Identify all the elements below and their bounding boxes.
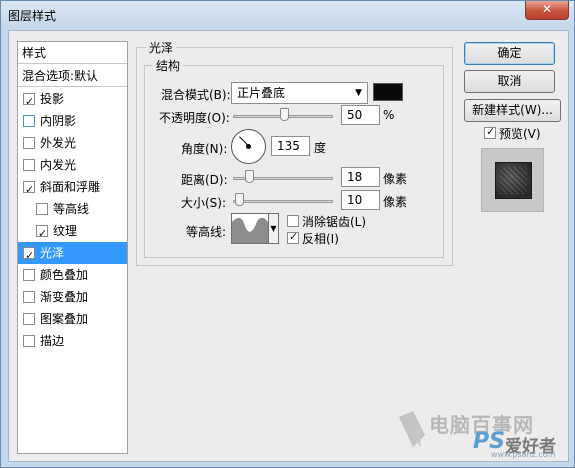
bevel-emboss-checkbox[interactable] [23, 179, 35, 201]
style-item-inner-glow[interactable]: 内发光 [18, 154, 127, 176]
preview-label: 预览(V) [499, 127, 541, 141]
satin-checkbox[interactable] [23, 245, 35, 267]
style-item-color-overlay[interactable]: 颜色叠加 [18, 264, 127, 286]
angle-dial-center [246, 144, 251, 149]
size-slider-thumb[interactable] [235, 193, 244, 206]
style-list-header-label: 样式 [22, 46, 47, 60]
antialias-label: 消除锯齿(L) [302, 215, 367, 229]
blend-mode-value: 正片叠底 [237, 86, 286, 100]
style-item-label: 纹理 [53, 224, 78, 238]
invert-checkbox[interactable] [287, 230, 299, 244]
close-button[interactable]: ✕ [525, 1, 569, 20]
antialias-checkbox[interactable] [287, 215, 299, 227]
opacity-label: 不透明度(O): [159, 111, 230, 125]
contour-label: 等高线: [186, 225, 227, 239]
chevron-down-icon: ▼ [355, 88, 362, 98]
color-overlay-checkbox[interactable] [23, 269, 35, 281]
style-item-bevel-emboss[interactable]: 斜面和浮雕 [18, 176, 127, 201]
style-item-label: 等高线 [53, 202, 90, 216]
style-item-label: 斜面和浮雕 [40, 180, 101, 194]
new-style-button[interactable]: 新建样式(W)... [464, 99, 561, 122]
style-item-label: 外发光 [40, 136, 77, 150]
style-item-label: 内阴影 [40, 114, 77, 128]
style-item-drop-shadow[interactable]: 投影 [18, 88, 127, 113]
contour-checkbox[interactable] [36, 203, 48, 215]
style-item-label: 光泽 [40, 246, 65, 260]
style-item-inner-shadow[interactable]: 内阴影 [18, 110, 127, 132]
contour-curve-icon [232, 214, 268, 243]
blend-mode-label: 混合模式(B): [161, 88, 231, 102]
style-item-label: 图案叠加 [40, 312, 89, 326]
inner-shadow-checkbox[interactable] [23, 115, 35, 127]
style-item-gradient-overlay[interactable]: 渐变叠加 [18, 286, 127, 308]
blend-mode-select[interactable]: 正片叠底 ▼ [231, 82, 368, 104]
gradient-overlay-checkbox[interactable] [23, 291, 35, 303]
invert-label: 反相(I) [302, 232, 339, 246]
stroke-checkbox[interactable] [23, 335, 35, 347]
size-label: 大小(S): [181, 196, 227, 210]
pattern-overlay-checkbox[interactable] [23, 313, 35, 325]
style-item-stroke[interactable]: 描边 [18, 330, 127, 352]
size-slider-track[interactable] [233, 200, 333, 203]
watermark: 电脑百事网 PS 爱好者 www.psahz.com [395, 407, 567, 460]
opacity-slider-thumb[interactable] [280, 108, 289, 121]
satin-group-title: 光泽 [146, 39, 177, 56]
style-item-label: 投影 [40, 92, 65, 106]
blend-options-label: 混合选项:默认 [22, 69, 99, 83]
distance-unit: 像素 [383, 172, 408, 186]
style-item-pattern-overlay[interactable]: 图案叠加 [18, 308, 127, 330]
title-bar[interactable]: 图层样式 ✕ [1, 1, 574, 29]
style-item-satin[interactable]: 光泽 [18, 242, 127, 267]
layer-style-dialog: 图层样式 ✕ 样式 混合选项:默认 投影 内阴影 外发光 内发光 [0, 0, 575, 468]
contour-picker[interactable] [231, 213, 269, 244]
style-list: 样式 混合选项:默认 投影 内阴影 外发光 内发光 斜面和浮雕 [17, 41, 128, 454]
chevron-down-icon: ▼ [270, 224, 277, 233]
angle-unit: 度 [314, 141, 327, 155]
style-item-label: 描边 [40, 334, 65, 348]
watermark-url: www.psahz.com [491, 450, 556, 459]
distance-slider-thumb[interactable] [245, 170, 254, 183]
style-list-header[interactable]: 样式 [18, 42, 127, 64]
distance-label: 距离(D): [181, 173, 228, 187]
preview-checkbox[interactable] [484, 125, 496, 139]
angle-input[interactable]: 135 [271, 136, 310, 156]
cancel-button[interactable]: 取消 [464, 70, 555, 93]
style-item-label: 渐变叠加 [40, 290, 89, 304]
contour-dropdown-button[interactable]: ▼ [269, 213, 279, 244]
drop-shadow-checkbox[interactable] [23, 91, 35, 113]
angle-label: 角度(N): [181, 142, 228, 156]
window-title: 图层样式 [8, 9, 57, 23]
style-item-label: 内发光 [40, 158, 77, 172]
style-item-texture[interactable]: 纹理 [18, 220, 127, 245]
close-icon: ✕ [541, 2, 553, 16]
preview-swatch [495, 162, 532, 199]
style-preview [481, 148, 544, 212]
opacity-input[interactable]: 50 [341, 105, 380, 125]
blend-color-swatch[interactable] [373, 83, 403, 101]
size-input[interactable]: 10 [341, 190, 380, 210]
structure-group-title: 结构 [153, 57, 184, 74]
style-item-contour[interactable]: 等高线 [18, 198, 127, 220]
distance-input[interactable]: 18 [341, 167, 380, 187]
style-item-label: 颜色叠加 [40, 268, 89, 282]
texture-checkbox[interactable] [36, 223, 48, 245]
opacity-unit: % [383, 108, 395, 122]
dialog-body: 样式 混合选项:默认 投影 内阴影 外发光 内发光 斜面和浮雕 [8, 30, 569, 462]
outer-glow-checkbox[interactable] [23, 137, 35, 149]
angle-dial[interactable] [231, 129, 266, 164]
inner-glow-checkbox[interactable] [23, 159, 35, 171]
size-unit: 像素 [383, 195, 408, 209]
style-item-outer-glow[interactable]: 外发光 [18, 132, 127, 154]
ok-button[interactable]: 确定 [464, 42, 555, 65]
blend-options-item[interactable]: 混合选项:默认 [18, 65, 127, 87]
